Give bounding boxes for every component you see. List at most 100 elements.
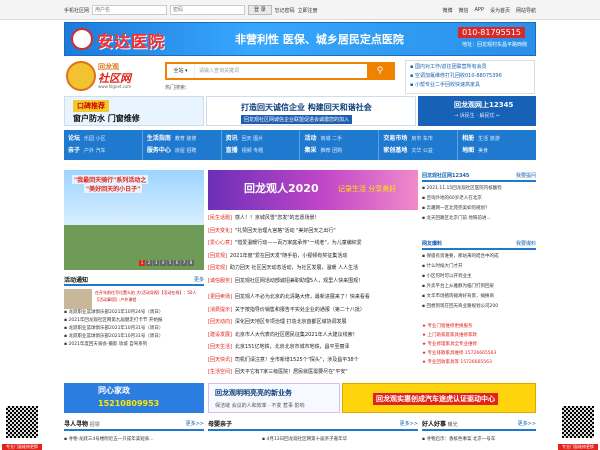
list-item[interactable]: ▪ 保俊有资谁要，那站来的结合中的成: [422, 252, 536, 262]
search-input[interactable]: 请输入查询关键词: [195, 64, 367, 78]
section-subtab[interactable]: 曝光: [448, 422, 458, 428]
nav-sub-links[interactable]: 文华 公益: [411, 145, 433, 157]
window-repair-ad[interactable]: 口碑推荐 窗户防水 门窗维修: [64, 96, 204, 126]
nav-main-link[interactable]: 亲子: [68, 145, 80, 157]
submit-tipoff-link[interactable]: 我要爆料: [516, 240, 536, 247]
list-item[interactable]: ★ 专业门窗维修更换服务: [422, 322, 536, 331]
carousel-dot[interactable]: 2: [146, 260, 152, 266]
notice-item[interactable]: ▪ 小帮专业二手回收快速高家具: [410, 81, 530, 90]
integrity-alliance-ad[interactable]: 打造回天诚信企业 构建回天和谐社会 回龙观社区网诚信企业联盟促进会诚邀您的加入: [206, 96, 416, 126]
nav-main-link[interactable]: 集采: [304, 145, 316, 157]
news-row[interactable]: [生活空间] 回天平它有7家三级医院！居民就医需要尽在"平安": [208, 366, 418, 379]
carousel-dot[interactable]: 1: [139, 260, 145, 266]
news-row[interactable]: [消费提示] 关于按指导价销售和报告不实处企业的通报（第二十八批）: [208, 304, 418, 317]
carousel-dot[interactable]: 5: [167, 260, 173, 266]
housekeeping-ad[interactable]: 同心家政 15210809953: [64, 383, 204, 413]
nav-main-link[interactable]: 资讯: [226, 133, 238, 145]
register-link[interactable]: 立即注册: [298, 7, 318, 14]
nav-main-link[interactable]: 相册: [462, 133, 474, 145]
list-item[interactable]: ▪ 回想到现在回天商业路规划公司200: [422, 302, 536, 312]
list-item[interactable]: ▪ 4月13日回龙观社区网第十届亲子嘉年华: [262, 436, 347, 442]
weixin-link[interactable]: 微信: [459, 7, 469, 14]
right-float-ad[interactable]: 专业门窗维修更换: [558, 404, 598, 450]
notice-item[interactable]: ▪ 空调加氟维修打孔回收010-88075396: [410, 72, 530, 81]
news-row[interactable]: [建设发展] 北京市人大代表向社区居民征集2021年人大建议线索！: [208, 329, 418, 342]
nav-main-link[interactable]: 地图: [462, 145, 474, 157]
forgot-password-link[interactable]: 忘记密码: [275, 7, 295, 14]
activity-feature[interactable]: 在开年前往写位置么拍 大(活动导视)【活动在线】：50人【活动事项】:户外课程: [64, 289, 204, 309]
site-nav-link[interactable]: 网站导航: [516, 7, 536, 14]
set-homepage-link[interactable]: 设为首页: [490, 7, 510, 14]
nav-main-link[interactable]: 家创基地: [383, 145, 407, 157]
app-link[interactable]: APP: [475, 7, 484, 13]
carousel-dot[interactable]: 6: [174, 260, 180, 266]
list-item[interactable]: ▪ 外卖平台上从雅静为临门打到回泉: [422, 282, 536, 292]
nav-sub-links[interactable]: 房市 车市: [411, 133, 433, 145]
list-item[interactable]: ▪ 龙跃职业篮球俱乐部2021年10月31号（周日）: [64, 325, 204, 333]
news-row[interactable]: [民生话题] 感人！！京城风雪"您发"的志愿场景！: [208, 212, 418, 225]
list-item[interactable]: ▪ 2021.11.15回龙观社区医院内核酸检: [422, 184, 536, 194]
carousel-dot[interactable]: 3: [153, 260, 159, 266]
nav-sub-links[interactable]: 视频 专题: [242, 145, 264, 157]
nav-sub-links[interactable]: 房屋 招聘: [175, 145, 197, 157]
nav-sub-links[interactable]: 商城 二手: [321, 133, 343, 145]
list-item[interactable]: ▪ 2021年回龙观社区网第九届健走打卡节 开始报: [64, 317, 204, 325]
login-button[interactable]: 登 录: [248, 5, 272, 15]
site-logo[interactable]: 回龙观 社区网 www.hlgnet.com: [66, 59, 146, 93]
list-item[interactable]: ▪ 龙跃职业篮球俱乐部2021年10月31号（周日）: [64, 333, 204, 341]
section-more-link[interactable]: 更多>>: [518, 420, 536, 427]
weibo-link[interactable]: 微博: [442, 7, 452, 14]
nav-main-link[interactable]: 交易市场: [383, 133, 407, 145]
list-item[interactable]: ★ 专业回收家具等 15726665563: [422, 358, 536, 367]
nav-main-link[interactable]: 生活指南: [147, 133, 171, 145]
nav-main-link[interactable]: 论坛: [68, 133, 80, 145]
featured-banner[interactable]: 回龙观人2020 记录生活 分享美好: [208, 170, 418, 210]
carousel-dot[interactable]: 4: [160, 260, 166, 266]
nav-sub-links[interactable]: 生活 旅游: [478, 133, 500, 145]
list-item[interactable]: ★ 专业排散家具维修 15726665563: [422, 349, 536, 358]
list-item[interactable]: ▪ 小区何时可以开到业主: [422, 272, 536, 282]
news-row[interactable]: [更回卖场] 回龙观人不必为北京的北清路大修，最新进展来了！快来看看: [208, 291, 418, 304]
news-row[interactable]: [回天动向] 深化回天地区专项治理 打造北京首都区域协调发展: [208, 316, 418, 329]
section-more-link[interactable]: 更多>>: [186, 420, 204, 427]
news-row[interactable]: [回天变化] "礼赞回天治理九宫格"活动 "美好回天之出行": [208, 225, 418, 238]
list-item[interactable]: ▪ 文华市场猪肉摊滑好背景，摊换商: [422, 292, 536, 302]
notice-item[interactable]: ▪ 国内对工作/返往团联营所有会员: [410, 63, 530, 72]
nav-sub-links[interactable]: 乐园 小区: [84, 133, 106, 145]
list-item[interactable]: ▪ 2021年度回天骑会·摄影 攻城 自驾系列: [64, 341, 204, 349]
list-item[interactable]: ▪ 寻物·龙跃三4号楼附近五一只成年美短表...: [64, 436, 154, 442]
cleaning-ad[interactable]: 回龙观明明亮亮的新业务 保洁缝 会议的人和效率 · 不变 惹事 影响: [208, 383, 340, 413]
nav-sub-links[interactable]: 教育 装修: [175, 133, 197, 145]
nav-sub-links[interactable]: 回天 图片: [242, 133, 264, 145]
news-row[interactable]: [回龙观] 助力回天 社区回天动态活动，为社区发展，温暖 人人生活: [208, 262, 418, 275]
hotline-12345-ad[interactable]: 回龙观网上12345 → 诉民生 · 解民忧 ←: [418, 96, 536, 126]
activity-more-link[interactable]: 更多: [194, 276, 204, 283]
news-row[interactable]: [爱心心意] "惜爱温暖行动——百万家庭承传"一线老"，为儿童编织爱: [208, 237, 418, 250]
list-item[interactable]: ▪ 云趣网一区北苑完美如何规划？: [422, 204, 536, 214]
left-float-ad[interactable]: 专业门窗维修更换: [2, 404, 42, 450]
section-subtab[interactable]: 招领: [90, 422, 100, 428]
photo-carousel[interactable]: "我最回天骑行"系列活动之 "美好回天的小日子" 1 2 3 4 5 6 7 8: [64, 170, 204, 270]
news-row[interactable]: [诚信服务] 回龙观社区网活动部诚招兼职助理5人，观里人快来围观！: [208, 275, 418, 288]
hospital-banner-ad[interactable]: 安达医院 非营利性 医保、城乡居民定点医院 010-81795515 地址：回龙…: [64, 22, 536, 56]
news-row[interactable]: [回天快讯] 司机们请注意！全市新增1525个"探头"，涉及昌平38个: [208, 354, 418, 367]
list-item[interactable]: ★ 专业修理家具全专业维修: [422, 340, 536, 349]
list-item[interactable]: ★ 上门助家庭家具维修家政: [422, 331, 536, 340]
search-button[interactable]: ⚲: [367, 64, 393, 78]
mobile-site-link[interactable]: 手机社区网: [64, 7, 89, 14]
list-item[interactable]: ▪ 寻物启示：香槟色事案 北京一号车: [422, 436, 495, 442]
list-item[interactable]: ▪ 龙天回路区北京门前 地铁前进...: [422, 214, 536, 224]
carousel-dot[interactable]: 7: [181, 260, 187, 266]
password-input[interactable]: [170, 5, 246, 15]
nav-main-link[interactable]: 活动: [304, 133, 316, 145]
search-scope-select[interactable]: 全站 ▾: [167, 64, 195, 78]
list-item[interactable]: ▪ 咨询外地的60岁老人在北京: [422, 194, 536, 204]
nav-sub-links[interactable]: 推荐 团购: [321, 145, 343, 157]
nav-sub-links[interactable]: 户外 汽车: [84, 145, 106, 157]
nav-sub-links[interactable]: 美食: [478, 145, 488, 157]
username-input[interactable]: [92, 5, 168, 15]
auto-service-ad[interactable]: 回龙观实惠创成汽车途虎认证驱动中心: [342, 383, 536, 413]
news-row[interactable]: [回龙观] 2021年度"爱在回天发"随手拍，小视频有奖征集活动: [208, 250, 418, 263]
ask-question-link[interactable]: 我要提问: [516, 172, 536, 179]
carousel-dot[interactable]: 8: [188, 260, 194, 266]
